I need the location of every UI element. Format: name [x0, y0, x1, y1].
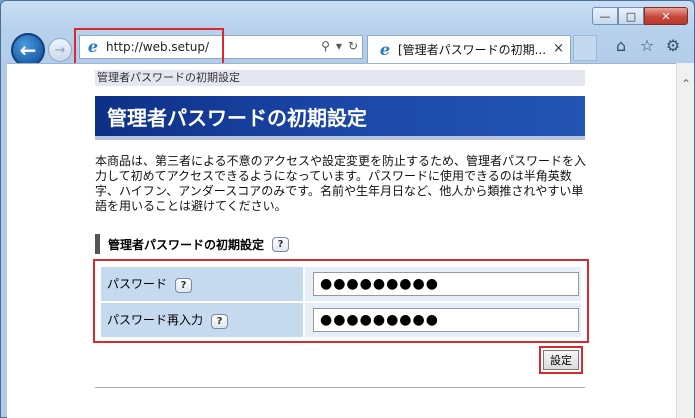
- maximize-button[interactable]: □: [618, 7, 644, 25]
- tab-title: [管理者パスワードの初期...: [398, 43, 547, 57]
- page-content: 管理者パスワードの初期設定 管理者パスワードの初期設定 本商品は、第三者による不…: [7, 63, 676, 418]
- help-icon[interactable]: ?: [175, 278, 193, 293]
- help-icon[interactable]: ?: [272, 236, 290, 252]
- close-button[interactable]: ✕: [644, 7, 688, 25]
- forward-arrow-icon: →: [54, 42, 66, 58]
- address-highlight-frame: [74, 28, 224, 68]
- submit-button[interactable]: 設定: [543, 350, 579, 370]
- address-tools: ⚲ ▾ ↻: [321, 39, 358, 53]
- minimize-button[interactable]: —: [592, 7, 618, 25]
- password-confirm-input[interactable]: [313, 308, 579, 332]
- breadcrumb: 管理者パスワードの初期設定: [95, 70, 585, 86]
- password-input[interactable]: [313, 272, 579, 296]
- browser-tab[interactable]: e [管理者パスワードの初期... ×: [367, 35, 571, 63]
- dropdown-icon[interactable]: ▾: [336, 39, 342, 53]
- refresh-icon[interactable]: ↻: [348, 39, 358, 53]
- new-tab-button[interactable]: [573, 35, 597, 61]
- section-title: 管理者パスワードの初期設定: [108, 237, 265, 252]
- back-arrow-icon: ←: [19, 38, 37, 62]
- password-input-cell: [303, 265, 583, 303]
- caption-buttons: — □ ✕: [592, 7, 688, 25]
- password-row: パスワード?: [99, 265, 583, 303]
- scroll-up-icon[interactable]: ⌃: [681, 77, 691, 91]
- password-label-cell: パスワード?: [99, 265, 305, 303]
- password-form-table: パスワード? パスワード再入力?: [99, 265, 583, 339]
- toolbar-icons: ⌂ ☆ ⚙: [612, 37, 682, 55]
- search-icon[interactable]: ⚲: [321, 39, 330, 53]
- settings-gear-icon[interactable]: ⚙: [664, 37, 682, 55]
- section-heading: 管理者パスワードの初期設定 ?: [95, 234, 290, 254]
- vertical-scrollbar[interactable]: ⌃: [676, 63, 694, 418]
- password-form-frame: パスワード? パスワード再入力?: [93, 259, 589, 343]
- password-label: パスワード: [107, 277, 168, 291]
- divider: [95, 387, 585, 388]
- forward-button[interactable]: →: [48, 38, 72, 62]
- tab-close-icon[interactable]: ×: [553, 41, 564, 56]
- submit-highlight-frame: 設定: [539, 346, 583, 374]
- help-icon[interactable]: ?: [211, 314, 229, 329]
- tab-ie-icon: e: [379, 39, 391, 59]
- back-button[interactable]: ←: [11, 33, 45, 67]
- password-confirm-input-cell: [303, 301, 583, 339]
- page-title: 管理者パスワードの初期設定: [95, 96, 585, 140]
- description-text: 本商品は、第三者による不意のアクセスや設定変更を防止するため、管理者パスワードを…: [95, 154, 587, 213]
- password-confirm-row: パスワード再入力?: [99, 301, 583, 339]
- password-confirm-label-cell: パスワード再入力?: [99, 301, 305, 339]
- favorites-star-icon[interactable]: ☆: [638, 37, 656, 55]
- password-confirm-label: パスワード再入力: [107, 313, 204, 327]
- home-icon[interactable]: ⌂: [612, 37, 630, 55]
